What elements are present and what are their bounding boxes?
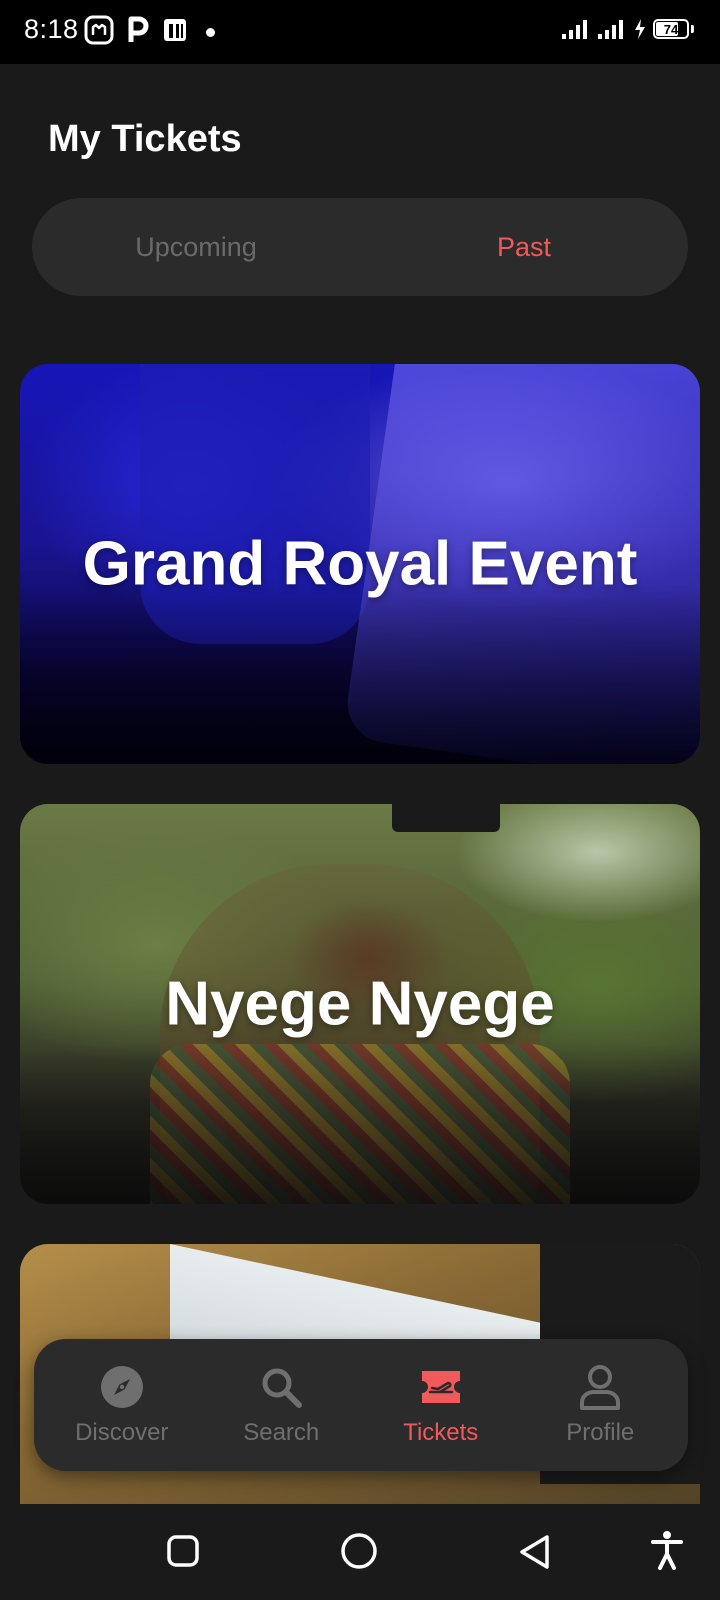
event-title: Grand Royal Event bbox=[82, 529, 638, 599]
signal-icon bbox=[562, 20, 587, 39]
event-title: Nyege Nyege bbox=[165, 969, 555, 1039]
ticket-icon bbox=[417, 1363, 465, 1411]
more-notifications-dot-icon bbox=[206, 27, 215, 37]
nav-label-search: Search bbox=[243, 1419, 320, 1446]
status-time: 8:18 bbox=[24, 14, 79, 44]
status-right-icons: 74 bbox=[561, 18, 694, 40]
accessibility-icon[interactable] bbox=[650, 1530, 684, 1570]
home-icon[interactable] bbox=[340, 1532, 378, 1570]
nav-item-tickets[interactable]: Tickets bbox=[366, 1363, 516, 1447]
battery-level: 74 bbox=[663, 21, 679, 37]
system-navigation-bar bbox=[0, 1504, 720, 1600]
bottom-navigation: Discover Search Tickets Profile bbox=[34, 1339, 688, 1471]
status-bar: 8:18 74 bbox=[0, 0, 720, 64]
nav-label-profile: Profile bbox=[566, 1419, 635, 1446]
event-card[interactable]: Grand Royal Event bbox=[20, 364, 700, 764]
nav-item-search[interactable]: Search bbox=[206, 1363, 356, 1447]
page-title: My Tickets bbox=[48, 118, 242, 160]
event-card[interactable]: Nyege Nyege bbox=[20, 804, 700, 1204]
tab-upcoming[interactable]: Upcoming bbox=[32, 198, 360, 296]
nav-item-discover[interactable]: Discover bbox=[47, 1363, 197, 1447]
back-icon[interactable] bbox=[518, 1534, 552, 1570]
parking-icon bbox=[126, 16, 150, 49]
search-icon bbox=[257, 1363, 305, 1411]
app-notification-icon bbox=[84, 15, 114, 50]
signal-icon-2 bbox=[598, 20, 623, 39]
battery-icon: 74 bbox=[653, 19, 689, 39]
compass-icon bbox=[98, 1363, 146, 1411]
nav-label-discover: Discover bbox=[75, 1419, 169, 1446]
recent-apps-icon[interactable] bbox=[166, 1534, 200, 1568]
ticket-tabs: Upcoming Past bbox=[32, 198, 688, 296]
notification-icons bbox=[84, 15, 215, 50]
nav-label-tickets: Tickets bbox=[403, 1419, 479, 1446]
charging-icon bbox=[635, 19, 645, 39]
profile-icon bbox=[576, 1363, 624, 1411]
tab-past[interactable]: Past bbox=[360, 198, 688, 296]
nav-item-profile[interactable]: Profile bbox=[525, 1363, 675, 1447]
app-p-icon bbox=[162, 16, 188, 49]
